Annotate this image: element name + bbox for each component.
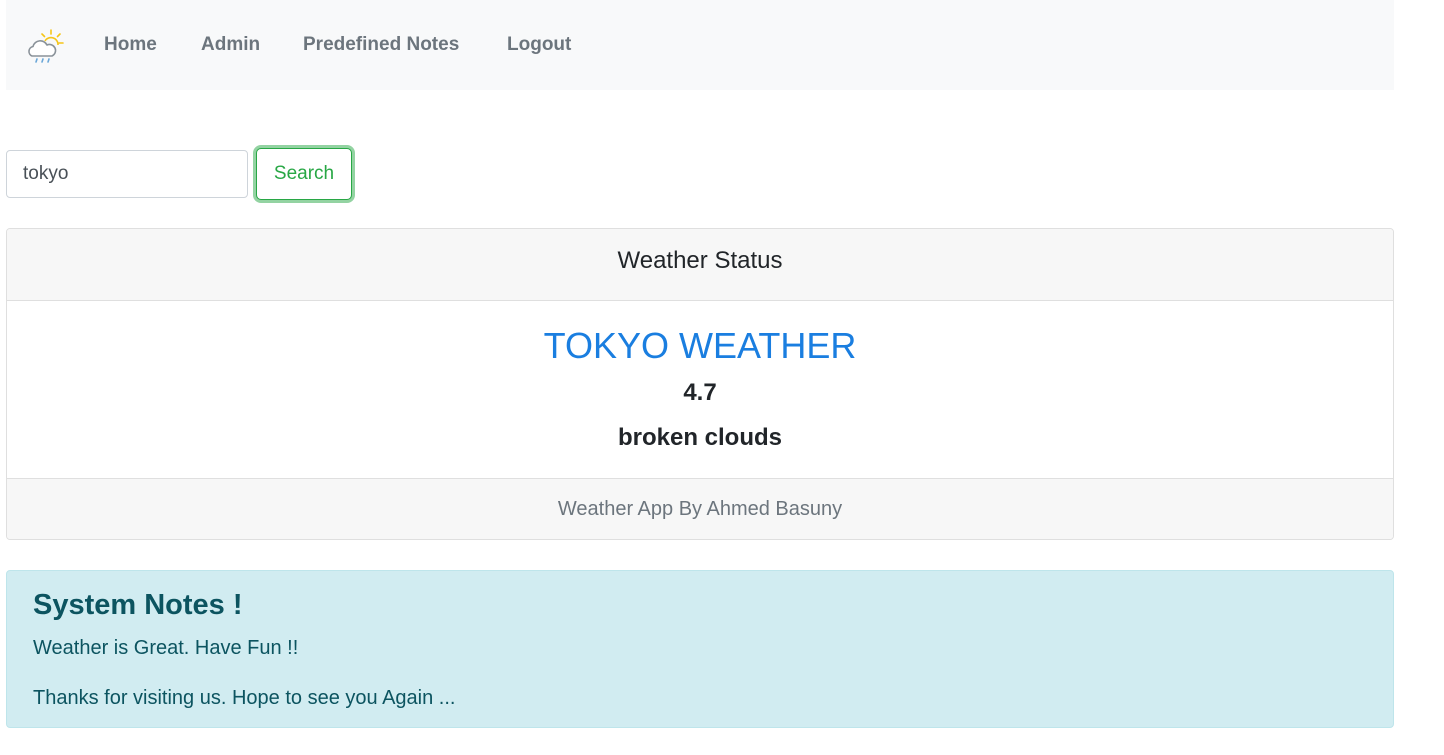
city-weather-title: TOKYO WEATHER	[543, 325, 857, 366]
card-header: Weather Status	[7, 229, 1393, 301]
system-notes-alert: System Notes ! Weather is Great. Have Fu…	[6, 570, 1394, 728]
card-footer: Weather App By Ahmed Basuny	[7, 478, 1393, 539]
weather-status-card: Weather Status TOKYO WEATHER 4.7 broken …	[6, 228, 1394, 540]
nav-logout-link[interactable]: Logout	[507, 34, 571, 56]
system-notes-heading: System Notes !	[33, 589, 243, 621]
system-note-item: Thanks for visiting us. Hope to see you …	[33, 687, 456, 709]
temperature-value: 4.7	[683, 379, 717, 406]
city-search-input[interactable]	[6, 150, 248, 198]
search-button[interactable]: Search	[256, 148, 352, 200]
nav-predefined-notes-link[interactable]: Predefined Notes	[303, 34, 459, 56]
system-note-item: Weather is Great. Have Fun !!	[33, 637, 299, 659]
top-navbar: Home Admin Predefined Notes Logout	[6, 0, 1394, 90]
nav-admin-link[interactable]: Admin	[201, 34, 260, 56]
weather-description: broken clouds	[617, 424, 783, 451]
nav-home-link[interactable]: Home	[104, 34, 157, 56]
weather-logo-icon[interactable]	[24, 28, 66, 68]
